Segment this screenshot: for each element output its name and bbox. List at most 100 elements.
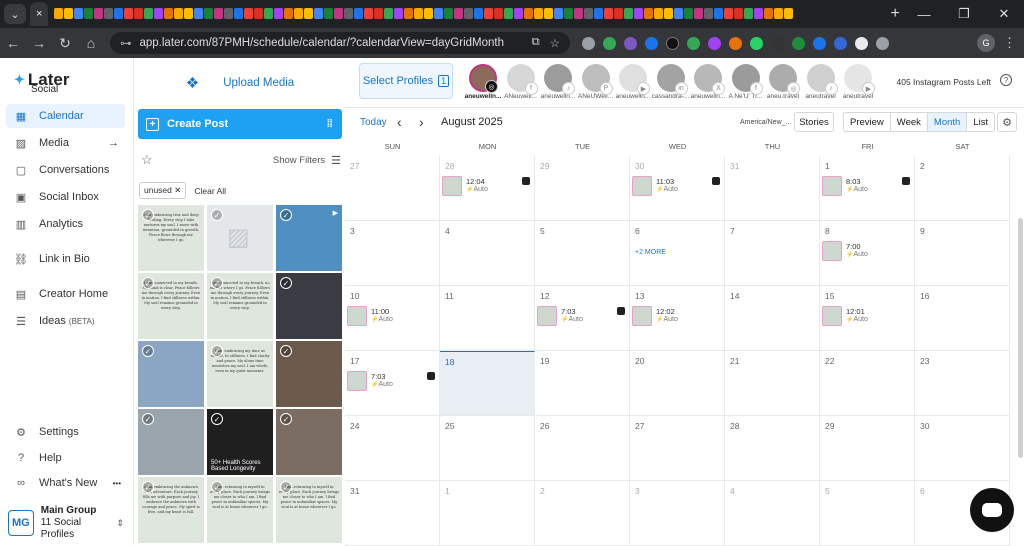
check-icon[interactable]: ✓	[211, 345, 223, 357]
pinned-tab-icon[interactable]	[384, 8, 394, 19]
calendar-day-cell[interactable]: 31	[725, 156, 820, 221]
calendar-day-cell[interactable]: 4	[440, 221, 535, 286]
calendar-day-cell[interactable]: 17 7:03 ⚡Auto	[345, 351, 440, 416]
view-week[interactable]: Week	[891, 113, 928, 131]
pinned-tab-icon[interactable]	[504, 8, 514, 19]
calendar-day-cell[interactable]: 30 11:03 ⚡Auto	[630, 156, 725, 221]
scheduled-post[interactable]: 7:00 ⚡Auto	[822, 241, 910, 261]
pinned-tab-icon[interactable]	[724, 8, 734, 19]
calendar-day-cell[interactable]: 21	[725, 351, 820, 416]
pinned-tab-icon[interactable]	[644, 8, 654, 19]
media-tile[interactable]: I am returning to myself in every place.…	[276, 477, 342, 543]
media-tile[interactable]: I am embracing the unknown with adventur…	[138, 477, 204, 543]
today-button[interactable]: Today	[360, 117, 387, 128]
pinned-tab-icon[interactable]	[274, 8, 284, 19]
pinned-tab-icon[interactable]	[264, 8, 274, 19]
profile-avatar-linkedin[interactable]: in cassandra-...	[652, 64, 689, 108]
pinned-tab-icon[interactable]	[154, 8, 164, 19]
profile-avatar-facebook[interactable]: f ANeuwell...	[503, 64, 539, 108]
create-post-button[interactable]: + Create Post ⁞⁞	[138, 109, 342, 139]
media-tile[interactable]: ✓	[276, 273, 342, 339]
pinned-tab-icon[interactable]	[234, 8, 244, 19]
pinned-tab-icon[interactable]	[634, 8, 644, 19]
extension-icon[interactable]	[729, 36, 742, 50]
calendar-day-cell[interactable]: 16	[915, 286, 1010, 351]
pinned-tab-icon[interactable]	[304, 8, 314, 19]
pinned-tab-icon[interactable]	[194, 8, 204, 19]
calendar-day-cell[interactable]: 1 8:03 ⚡Auto	[820, 156, 915, 221]
pinned-tab-icon[interactable]	[324, 8, 334, 19]
pinned-tab-icon[interactable]	[124, 8, 134, 19]
scheduled-post[interactable]: 12:04 ⚡Auto	[442, 176, 530, 196]
pinned-tab-icon[interactable]	[714, 8, 724, 19]
pinned-tab-icon[interactable]	[474, 8, 484, 19]
maximize-icon[interactable]: ❐	[944, 0, 984, 28]
scheduled-post[interactable]: 11:03 ⚡Auto	[632, 176, 720, 196]
preview-button[interactable]: Preview	[844, 113, 891, 131]
profile-avatar-pinterest[interactable]: P ANeUWell...	[578, 64, 614, 108]
calendar-day-cell[interactable]: 8 7:00 ⚡Auto	[820, 221, 915, 286]
calendar-day-cell[interactable]: 22	[820, 351, 915, 416]
calendar-day-cell[interactable]: 3	[345, 221, 440, 286]
profile-avatar-youtube[interactable]: ▶ aneutravel	[840, 64, 876, 108]
check-icon[interactable]: ✓	[280, 345, 292, 357]
sidebar-item-ideas[interactable]: ☰ Ideas (BETA)	[6, 309, 125, 333]
pinned-tab-icon[interactable]	[524, 8, 534, 19]
sidebar-item-creator-home[interactable]: ▤ Creator Home	[6, 282, 125, 306]
pinned-tab-icon[interactable]	[434, 8, 444, 19]
calendar-day-cell[interactable]: 28 12:04 ⚡Auto	[440, 156, 535, 221]
scheduled-post[interactable]: 12:01 ⚡Auto	[822, 306, 910, 326]
pinned-tab-icon[interactable]	[144, 8, 154, 19]
check-icon[interactable]: ✓	[211, 413, 223, 425]
pinned-tab-icon[interactable]	[204, 8, 214, 19]
remove-chip-icon[interactable]: ✕	[174, 185, 181, 195]
pinned-tab-icon[interactable]	[294, 8, 304, 19]
sidebar-item-link-in-bio[interactable]: ⛓ Link in Bio	[6, 247, 125, 271]
close-tab-icon[interactable]: ×	[36, 8, 42, 20]
calendar-day-cell[interactable]: 14	[725, 286, 820, 351]
pinned-tab-icon[interactable]	[104, 8, 114, 19]
pinned-tab-icon[interactable]	[254, 8, 264, 19]
pinned-tab-icon[interactable]	[94, 8, 104, 19]
pinned-tab-icon[interactable]	[734, 8, 744, 19]
grammarly-extension-icon[interactable]	[603, 36, 616, 50]
clear-all-button[interactable]: Clear All	[194, 186, 226, 196]
profile-avatar-youtube[interactable]: ▶ aneuwelln...	[615, 64, 651, 108]
pinned-tab-icon[interactable]	[74, 8, 84, 19]
pinned-tab-icon[interactable]	[764, 8, 774, 19]
pinned-tab-icon[interactable]	[334, 8, 344, 19]
check-icon[interactable]: ✓	[280, 481, 292, 493]
extension-icon[interactable]	[687, 36, 700, 50]
calendar-day-cell[interactable]: 29	[820, 416, 915, 481]
pinned-tab-icon[interactable]	[694, 8, 704, 19]
browser-profile-avatar[interactable]: G	[977, 34, 995, 52]
check-icon[interactable]: ✓	[211, 209, 223, 221]
pinned-tab-icon[interactable]	[494, 8, 504, 19]
pinned-tab-icon[interactable]	[554, 8, 564, 19]
calendar-day-cell[interactable]: 10 11:00 ⚡Auto	[345, 286, 440, 351]
extension-icon[interactable]	[834, 36, 847, 50]
pinned-tab-icon[interactable]	[54, 8, 64, 19]
drag-handle-icon[interactable]: ⁞⁞	[327, 118, 333, 130]
help-icon[interactable]: ?	[1000, 74, 1012, 86]
media-tile[interactable]: I am connected to my breath. My mind is …	[138, 273, 204, 339]
profile-avatar-tiktok[interactable]: ♪ aneuwelln...	[540, 64, 576, 108]
stories-button[interactable]: Stories	[794, 112, 834, 132]
pinned-tab-icon[interactable]	[414, 8, 424, 19]
extension-icon[interactable]	[624, 36, 637, 50]
media-tile[interactable]: ▨ ✓	[207, 205, 273, 271]
sidebar-item-social-inbox[interactable]: ▣ Social Inbox	[6, 185, 125, 209]
dropbox-icon[interactable]: ❖	[186, 74, 199, 92]
pinned-tab-icon[interactable]	[614, 8, 624, 19]
pinned-tab-icon[interactable]	[214, 8, 224, 19]
calendar-day-cell[interactable]: 2	[535, 481, 630, 546]
pinned-tab-icon[interactable]	[184, 8, 194, 19]
pinned-tab-favicons[interactable]	[54, 7, 884, 21]
pinned-tab-icon[interactable]	[664, 8, 674, 19]
more-posts-link[interactable]: +2 MORE	[635, 249, 666, 256]
select-profiles-button[interactable]: Select Profiles 1	[359, 63, 453, 99]
eyedropper-icon[interactable]	[855, 36, 868, 50]
download-extension-icon[interactable]	[645, 36, 658, 50]
pinned-tab-icon[interactable]	[654, 8, 664, 19]
pinned-tab-icon[interactable]	[774, 8, 784, 19]
